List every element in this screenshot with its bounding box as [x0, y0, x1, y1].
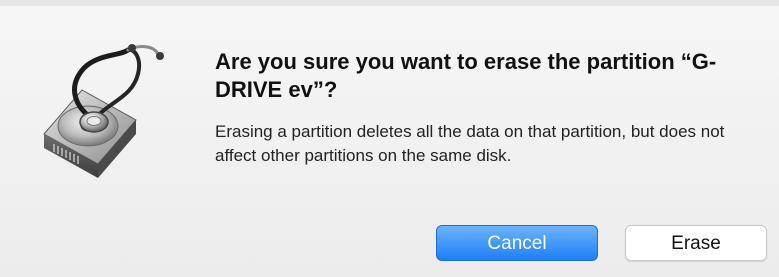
disk-utility-icon	[43, 44, 164, 178]
dialog-title: Are you sure you want to erase the parti…	[215, 49, 717, 102]
erase-partition-dialog: Are you sure you want to erase the parti…	[0, 0, 779, 277]
dialog-message: Erasing a partition deletes all the data…	[215, 122, 725, 165]
cancel-button[interactable]: Cancel	[436, 225, 598, 261]
erase-button[interactable]: Erase	[625, 225, 767, 261]
